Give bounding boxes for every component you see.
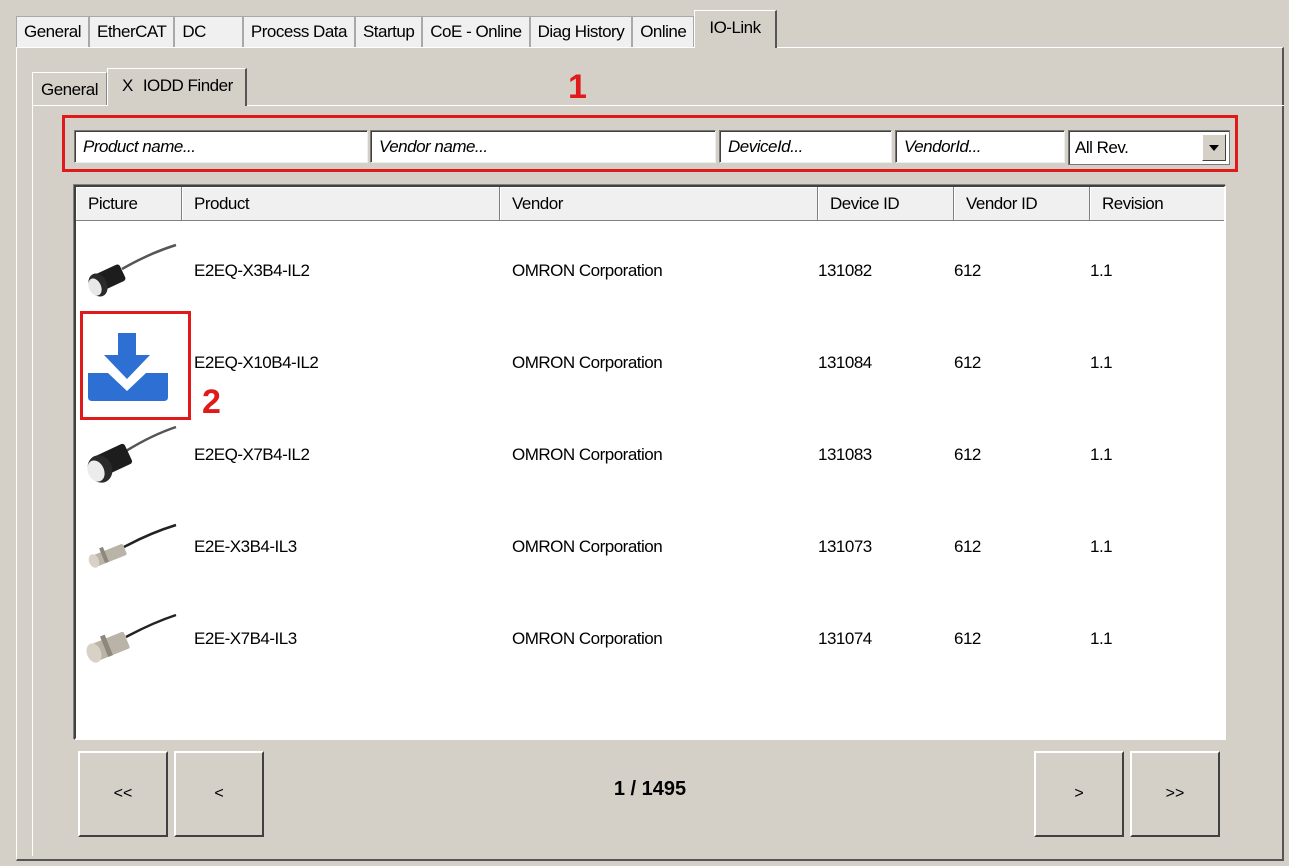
tab-iodd-finder[interactable]: X IODD Finder	[106, 68, 247, 106]
first-page-button[interactable]: <<	[78, 751, 168, 837]
vendor-name-filter[interactable]	[370, 130, 716, 163]
cell-product: E2E-X7B4-IL3	[194, 629, 297, 648]
page-indicator: 1 / 1495	[613, 778, 687, 800]
cell-revision: 1.1	[1090, 261, 1113, 280]
cell-vendor: OMRON Corporation	[512, 537, 663, 556]
last-page-button[interactable]: >>	[1130, 751, 1220, 837]
sensor-metal-icon	[86, 613, 177, 663]
callout-number-2: 2	[202, 383, 221, 421]
sensor-black-icon	[88, 243, 177, 297]
column-header-product[interactable]: Product	[182, 187, 500, 221]
column-header-vendor[interactable]: Vendor	[500, 187, 818, 221]
cell-vendor-id: 612	[954, 353, 981, 372]
revision-select-value: All Rev.	[1075, 137, 1129, 157]
column-header-device-id[interactable]: Device ID	[818, 187, 954, 221]
tab-online[interactable]: Online	[632, 16, 695, 48]
tab-diag-history[interactable]: Diag History	[529, 16, 633, 48]
device-results-grid[interactable]: Picture Product Vendor Device ID Vendor …	[74, 185, 1226, 740]
cell-vendor-id: 612	[954, 261, 981, 280]
tab-dc[interactable]: DC	[174, 16, 243, 48]
product-name-filter[interactable]	[74, 130, 368, 163]
cell-device-id: 131074	[818, 629, 872, 648]
column-header-picture[interactable]: Picture	[76, 187, 182, 221]
sensor-metal-icon	[88, 523, 177, 568]
device-id-filter[interactable]	[719, 130, 892, 163]
cell-revision: 1.1	[1090, 445, 1113, 464]
cell-device-id: 131083	[818, 445, 872, 464]
table-row[interactable]: E2E-X3B4-IL3 OMRON Corporation 131073 61…	[76, 501, 1224, 593]
cell-revision: 1.1	[1090, 537, 1113, 556]
cell-revision: 1.1	[1090, 353, 1113, 372]
tab-inner-general[interactable]: General	[32, 72, 107, 106]
previous-page-button[interactable]: <	[174, 751, 264, 837]
cell-revision: 1.1	[1090, 629, 1113, 648]
cell-vendor-id: 612	[954, 629, 981, 648]
tab-general[interactable]: General	[16, 16, 89, 48]
tab-io-link[interactable]: IO-Link	[694, 10, 777, 48]
close-tab-icon[interactable]: X	[122, 69, 133, 103]
next-page-button[interactable]: >	[1034, 751, 1124, 837]
cell-device-id: 131084	[818, 353, 872, 372]
tab-process-data[interactable]: Process Data	[242, 16, 355, 48]
inner-tab-strip: General X IODD Finder	[32, 68, 247, 106]
table-row[interactable]: E2EQ-X7B4-IL2 OMRON Corporation 131083 6…	[76, 409, 1224, 501]
cell-device-id: 131082	[818, 261, 872, 280]
outer-tab-strip: General EtherCAT DC Process Data Startup…	[16, 10, 777, 48]
download-highlight-box	[80, 311, 191, 420]
cell-vendor: OMRON Corporation	[512, 353, 663, 372]
table-row[interactable]: E2EQ-X3B4-IL2 OMRON Corporation 131082 6…	[76, 225, 1224, 317]
callout-number-1: 1	[568, 68, 587, 106]
sensor-black-icon	[87, 425, 177, 483]
cell-vendor: OMRON Corporation	[512, 445, 663, 464]
tab-ethercat[interactable]: EtherCAT	[88, 16, 175, 48]
revision-select[interactable]: All Rev.	[1068, 130, 1230, 165]
tab-coe-online[interactable]: CoE - Online	[422, 16, 530, 48]
cell-vendor: OMRON Corporation	[512, 629, 663, 648]
vendor-id-filter[interactable]	[895, 130, 1065, 163]
column-header-vendor-id[interactable]: Vendor ID	[954, 187, 1090, 221]
column-header-revision[interactable]: Revision	[1090, 187, 1224, 221]
cell-vendor-id: 612	[954, 537, 981, 556]
cell-vendor: OMRON Corporation	[512, 261, 663, 280]
table-row[interactable]: E2E-X7B4-IL3 OMRON Corporation 131074 61…	[76, 593, 1224, 685]
cell-product: E2EQ-X7B4-IL2	[194, 445, 310, 464]
table-row[interactable]: E2EQ-X10B4-IL2 OMRON Corporation 131084 …	[76, 317, 1224, 409]
cell-product: E2EQ-X3B4-IL2	[194, 261, 310, 280]
cell-vendor-id: 612	[954, 445, 981, 464]
chevron-down-icon[interactable]	[1202, 134, 1226, 161]
cell-product: E2E-X3B4-IL3	[194, 537, 297, 556]
cell-device-id: 131073	[818, 537, 872, 556]
tab-iodd-finder-label: IODD Finder	[142, 75, 233, 95]
grid-header: Picture Product Vendor Device ID Vendor …	[76, 187, 1224, 221]
tab-startup[interactable]: Startup	[354, 16, 423, 48]
